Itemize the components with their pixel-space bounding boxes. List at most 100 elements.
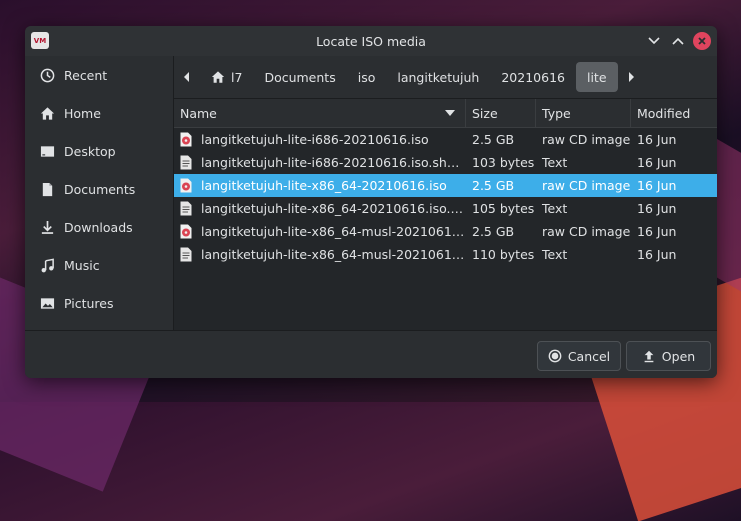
home-icon (39, 105, 55, 121)
file-name: langitketujuh-lite-x86_64-musl-20210616.… (201, 247, 466, 262)
column-header-modified[interactable]: Modified (631, 99, 716, 127)
breadcrumb-label: Documents (264, 69, 336, 85)
file-name-cell: langitketujuh-lite-x86_64-20210616.iso.s… (174, 201, 466, 216)
disc-image-icon (180, 224, 192, 239)
table-row[interactable]: langitketujuh-lite-i686-20210616.iso 2.5… (174, 128, 717, 151)
table-row-selected[interactable]: langitketujuh-lite-x86_64-20210616.iso 2… (174, 174, 717, 197)
file-list: Name Size Type Modified langitketujuh-li… (174, 98, 717, 266)
file-modified: 16 Jun (637, 247, 677, 262)
download-icon (39, 219, 55, 235)
table-header: Name Size Type Modified (174, 98, 717, 128)
file-name: langitketujuh-lite-x86_64-20210616.iso (201, 178, 447, 193)
sidebar-item-label: Pictures (64, 295, 114, 311)
breadcrumb-label: l7 (231, 69, 243, 85)
column-label: Modified (637, 105, 691, 121)
close-icon (693, 32, 711, 50)
disc-image-icon (180, 132, 192, 147)
sidebar-item-label: Desktop (64, 143, 116, 159)
sidebar-item-label: Downloads (64, 219, 133, 235)
breadcrumb-forward-button[interactable] (618, 56, 644, 98)
breadcrumb-item-lite[interactable]: lite (575, 62, 618, 92)
arrow-right-icon (628, 72, 634, 82)
maximize-button[interactable] (669, 32, 687, 50)
breadcrumb-item-iso[interactable]: iso (347, 62, 387, 92)
cancel-label: Cancel (567, 348, 611, 364)
text-file-icon (180, 247, 192, 262)
sidebar-item-recent[interactable]: Recent (25, 56, 173, 94)
sidebar-item-label: Home (64, 105, 101, 121)
open-icon (644, 350, 654, 363)
file-type: raw CD image (542, 178, 631, 193)
places-sidebar: Recent Home Desktop Documents Downloads (25, 56, 173, 330)
file-modified: 16 Jun (637, 224, 677, 239)
sidebar-item-desktop[interactable]: Desktop (25, 132, 173, 170)
file-name: langitketujuh-lite-i686-20210616.iso.sha… (201, 155, 466, 170)
file-name-cell: langitketujuh-lite-x86_64-musl-20210616.… (174, 247, 466, 262)
column-label: Type (542, 105, 571, 121)
breadcrumb-back-button[interactable] (174, 56, 200, 98)
table-row[interactable]: langitketujuh-lite-x86_64-20210616.iso.s… (174, 197, 717, 220)
column-label: Size (472, 105, 498, 121)
sidebar-item-downloads[interactable]: Downloads (25, 208, 173, 246)
sidebar-item-label: Documents (64, 181, 136, 197)
column-label: Name (180, 105, 217, 121)
file-name: langitketujuh-lite-x86_64-musl-20210616.… (201, 224, 466, 239)
sidebar-item-home[interactable]: Home (25, 94, 173, 132)
file-rows: langitketujuh-lite-i686-20210616.iso 2.5… (174, 128, 717, 266)
file-modified: 16 Jun (637, 201, 677, 216)
file-type: Text (542, 201, 568, 216)
file-name: langitketujuh-lite-i686-20210616.iso (201, 132, 429, 147)
file-name: langitketujuh-lite-x86_64-20210616.iso.s… (201, 201, 466, 216)
file-name-cell: langitketujuh-lite-x86_64-musl-20210616.… (174, 224, 466, 239)
file-browser: l7 Documents iso langitketujuh 20210616 … (173, 56, 717, 330)
minimize-button[interactable] (645, 32, 663, 50)
column-header-size[interactable]: Size (466, 99, 536, 127)
close-button[interactable] (693, 32, 711, 50)
breadcrumb-label: langitketujuh (397, 69, 480, 85)
file-size: 110 bytes (472, 247, 535, 262)
file-modified: 16 Jun (637, 132, 677, 147)
sidebar-item-pictures[interactable]: Pictures (25, 284, 173, 322)
file-size: 105 bytes (472, 201, 535, 216)
table-row[interactable]: langitketujuh-lite-i686-20210616.iso.sha… (174, 151, 717, 174)
breadcrumb-item-langitketujuh[interactable]: langitketujuh (386, 62, 490, 92)
file-name-cell: langitketujuh-lite-i686-20210616.iso (174, 132, 466, 147)
title-bar[interactable]: VM Locate ISO media (25, 26, 717, 56)
breadcrumb-item-home[interactable]: l7 (200, 62, 253, 92)
file-size: 2.5 GB (472, 132, 515, 147)
desktop-icon (39, 143, 55, 159)
dialog-footer: Cancel Open (25, 330, 717, 378)
file-size: 103 bytes (472, 155, 535, 170)
file-modified: 16 Jun (637, 155, 677, 170)
open-button[interactable]: Open (626, 341, 711, 371)
sidebar-item-label: Music (64, 257, 100, 273)
file-type: Text (542, 155, 568, 170)
sort-descending-icon (445, 110, 455, 116)
file-type: Text (542, 247, 568, 262)
cancel-button[interactable]: Cancel (537, 341, 621, 371)
breadcrumb-item-20210616[interactable]: 20210616 (490, 62, 576, 92)
cancel-icon (548, 349, 562, 363)
pictures-icon (39, 295, 55, 311)
column-header-name[interactable]: Name (174, 99, 466, 127)
sidebar-item-music[interactable]: Music (25, 246, 173, 284)
breadcrumb-label: 20210616 (501, 69, 565, 85)
table-row[interactable]: langitketujuh-lite-x86_64-musl-20210616.… (174, 220, 717, 243)
file-size: 2.5 GB (472, 224, 515, 239)
sidebar-item-documents[interactable]: Documents (25, 170, 173, 208)
music-icon (39, 257, 55, 273)
file-type: raw CD image (542, 224, 631, 239)
app-icon: VM (31, 32, 49, 49)
open-label: Open (661, 348, 696, 364)
file-size: 2.5 GB (472, 178, 515, 193)
table-row[interactable]: langitketujuh-lite-x86_64-musl-20210616.… (174, 243, 717, 266)
column-header-type[interactable]: Type (536, 99, 631, 127)
file-dialog: VM Locate ISO media Recent Home Desktop … (25, 26, 717, 378)
home-icon (211, 71, 225, 83)
clock-icon (39, 67, 55, 83)
file-type: raw CD image (542, 132, 631, 147)
window-title: Locate ISO media (316, 33, 426, 49)
sidebar-item-label: Recent (64, 67, 108, 83)
breadcrumb-item-documents[interactable]: Documents (253, 62, 346, 92)
breadcrumb: l7 Documents iso langitketujuh 20210616 … (174, 56, 717, 98)
